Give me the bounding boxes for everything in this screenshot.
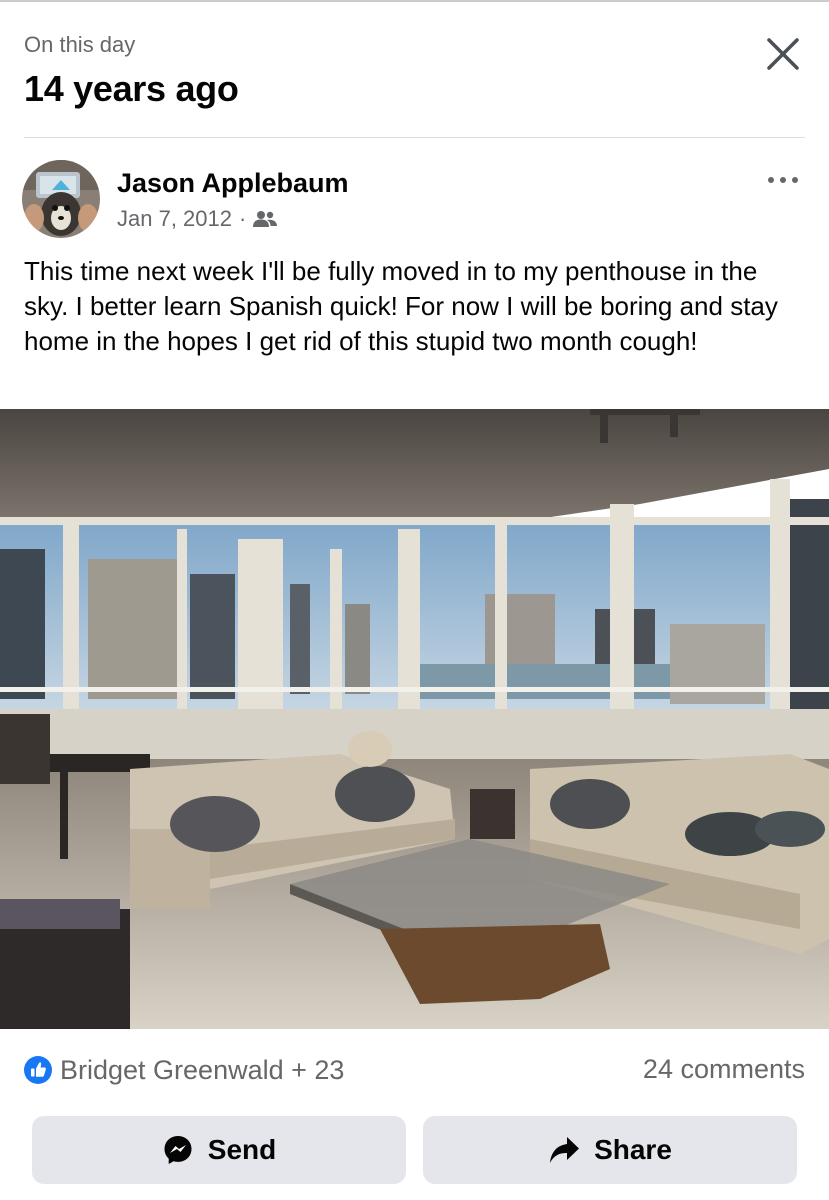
- memory-eyebrow: On this day: [24, 32, 136, 57]
- share-arrow-icon: [550, 1137, 580, 1163]
- reactions-summary[interactable]: Bridget Greenwald + 23: [24, 1052, 344, 1088]
- send-button[interactable]: Send: [32, 1116, 406, 1184]
- share-button[interactable]: Share: [423, 1116, 797, 1184]
- avatar[interactable]: [22, 160, 100, 238]
- more-options-button[interactable]: [763, 168, 803, 192]
- send-label: Send: [207, 1134, 277, 1165]
- messenger-icon: [164, 1136, 192, 1164]
- friends-icon[interactable]: [253, 210, 278, 228]
- post-text: This time next week I'll be fully moved …: [24, 256, 778, 356]
- author-name[interactable]: Jason Applebaum: [117, 168, 349, 199]
- post-date[interactable]: Jan 7, 2012: [117, 206, 232, 232]
- post-author: Jason Applebaum Jan 7, 2012 ·: [22, 160, 805, 240]
- post-meta: Jan 7, 2012 ·: [117, 206, 278, 232]
- memory-headline: 14 years ago: [24, 68, 239, 109]
- memory-header: On this day 14 years ago: [24, 28, 805, 118]
- post-photo[interactable]: [0, 409, 829, 1029]
- header-divider: [24, 137, 805, 138]
- more-dots-icon: [768, 177, 798, 183]
- like-icon: [24, 1056, 52, 1084]
- close-button[interactable]: [763, 34, 803, 74]
- share-label: Share: [594, 1134, 672, 1165]
- top-border: [0, 0, 829, 2]
- close-icon: [767, 38, 799, 70]
- reactions-label: Bridget Greenwald + 23: [60, 1054, 345, 1085]
- meta-separator: ·: [238, 206, 247, 231]
- comments-count[interactable]: 24 comments: [643, 1054, 805, 1085]
